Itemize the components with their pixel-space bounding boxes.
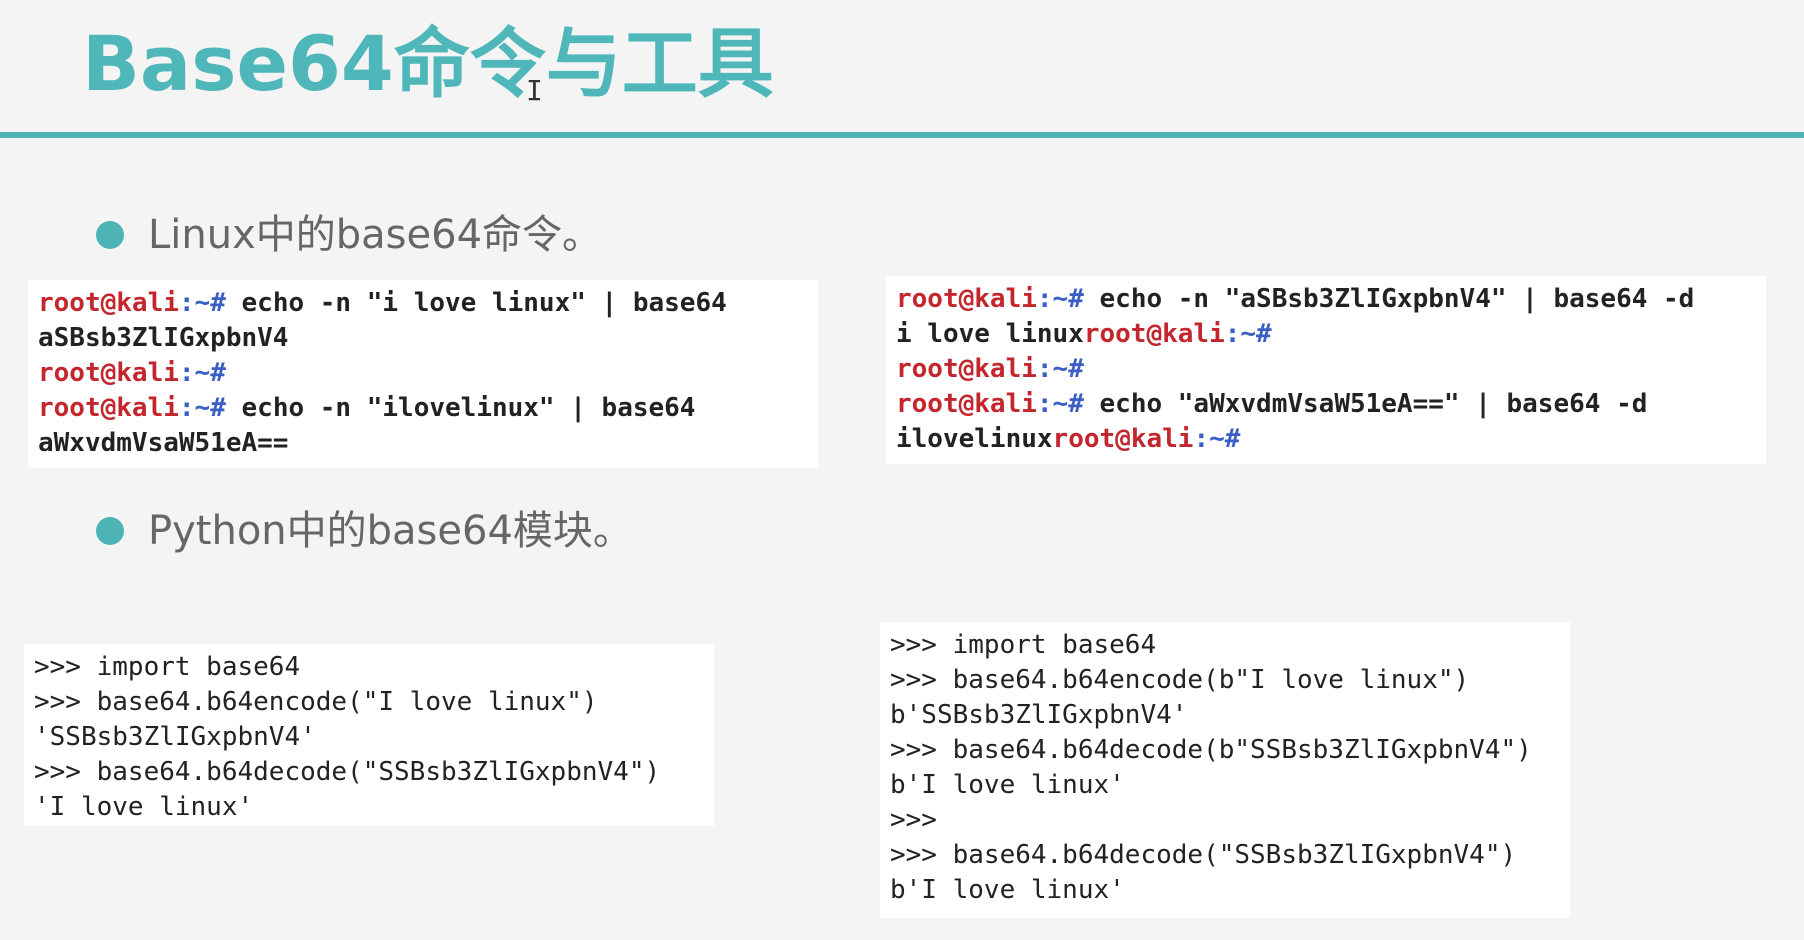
terminal-command: echo -n "ilovelinux" | base64 <box>225 393 696 423</box>
terminal-command: echo "aWxvdmVsaW51eA==" | base64 -d <box>1083 389 1648 419</box>
prompt-user: root@kali <box>1083 319 1225 349</box>
terminal-line: root@kali:~# echo "aWxvdmVsaW51eA==" | b… <box>896 387 1756 422</box>
prompt-path: :~# <box>1036 389 1084 419</box>
title-divider <box>0 132 1804 138</box>
terminal-line: aSBsb3ZlIGxpbnV4 <box>38 321 808 356</box>
terminal-line: root@kali:~# echo -n "aSBsb3ZlIGxpbnV4" … <box>896 282 1756 317</box>
python-line: >>> base64.b64encode(b"I love linux") <box>890 665 1470 695</box>
python-line: >>> base64.b64decode("SSBsb3ZlIGxpbnV4") <box>890 840 1517 870</box>
python3-session: >>> import base64 >>> base64.b64encode(b"… <box>880 622 1570 918</box>
python-line: b'SSBsb3ZlIGxpbnV4' <box>890 700 1188 730</box>
python-line: b'I love linux' <box>890 770 1125 800</box>
prompt-path: :~# <box>1036 284 1084 314</box>
python-line: >>> base64.b64decode("SSBsb3ZlIGxpbnV4") <box>34 757 661 787</box>
prompt-user: root@kali <box>896 284 1037 314</box>
bullet-dot-icon <box>96 221 124 249</box>
python-line: 'I love linux' <box>34 792 254 822</box>
python-line: >>> import base64 <box>34 652 301 682</box>
python-line: >>> <box>890 805 937 835</box>
python-line: b'I love linux' <box>890 875 1125 905</box>
terminal-output: i love linux <box>896 319 1084 349</box>
prompt-user: root@kali <box>896 389 1037 419</box>
prompt-path: :~# <box>1193 424 1241 454</box>
terminal-command: echo -n "i love linux" | base64 <box>225 288 727 318</box>
python-line: >>> base64.b64decode(b"SSBsb3ZlIGxpbnV4"… <box>890 735 1532 765</box>
slide-title: Base64命令与工具 <box>82 19 774 108</box>
bullet-python-base64: Python中的base64模块。 <box>96 504 633 558</box>
linux-encode-terminal: root@kali:~# echo -n "i love linux" | ba… <box>28 280 818 468</box>
prompt-user: root@kali <box>1052 424 1194 454</box>
prompt-user: root@kali <box>38 393 179 423</box>
terminal-output: ilovelinux <box>896 424 1053 454</box>
text-cursor-icon: I <box>526 74 543 107</box>
bullet-linux-base64: Linux中的base64命令。 <box>96 208 602 262</box>
prompt-user: root@kali <box>38 288 179 318</box>
python-line: 'SSBsb3ZlIGxpbnV4' <box>34 722 316 752</box>
python2-session: >>> import base64 >>> base64.b64encode("I… <box>24 644 714 826</box>
terminal-line: root@kali:~# <box>38 356 808 391</box>
terminal-line: aWxvdmVsaW51eA== <box>38 426 808 461</box>
prompt-path: :~# <box>1224 319 1272 349</box>
terminal-command: echo -n "aSBsb3ZlIGxpbnV4" | base64 -d <box>1083 284 1695 314</box>
bullet-linux-text: Linux中的base64命令。 <box>148 212 603 258</box>
bullet-python-text: Python中的base64模块。 <box>148 508 633 554</box>
prompt-path: :~# <box>178 288 226 318</box>
python-line: >>> import base64 <box>890 630 1157 660</box>
terminal-output: aSBsb3ZlIGxpbnV4 <box>38 323 289 353</box>
prompt-path: :~# <box>178 393 226 423</box>
prompt-path: :~# <box>1036 354 1084 384</box>
python-line: >>> base64.b64encode("I love linux") <box>34 687 598 717</box>
terminal-line: ilovelinuxroot@kali:~# <box>896 422 1756 457</box>
bullet-dot-icon <box>96 517 124 545</box>
terminal-output: aWxvdmVsaW51eA== <box>38 428 289 458</box>
terminal-line: root@kali:~# echo -n "ilovelinux" | base… <box>38 391 808 426</box>
terminal-line: root@kali:~# <box>896 352 1756 387</box>
terminal-line: root@kali:~# echo -n "i love linux" | ba… <box>38 286 808 321</box>
linux-decode-terminal: root@kali:~# echo -n "aSBsb3ZlIGxpbnV4" … <box>886 276 1766 464</box>
prompt-path: :~# <box>178 358 226 388</box>
prompt-user: root@kali <box>38 358 179 388</box>
terminal-line: i love linuxroot@kali:~# <box>896 317 1756 352</box>
prompt-user: root@kali <box>896 354 1037 384</box>
